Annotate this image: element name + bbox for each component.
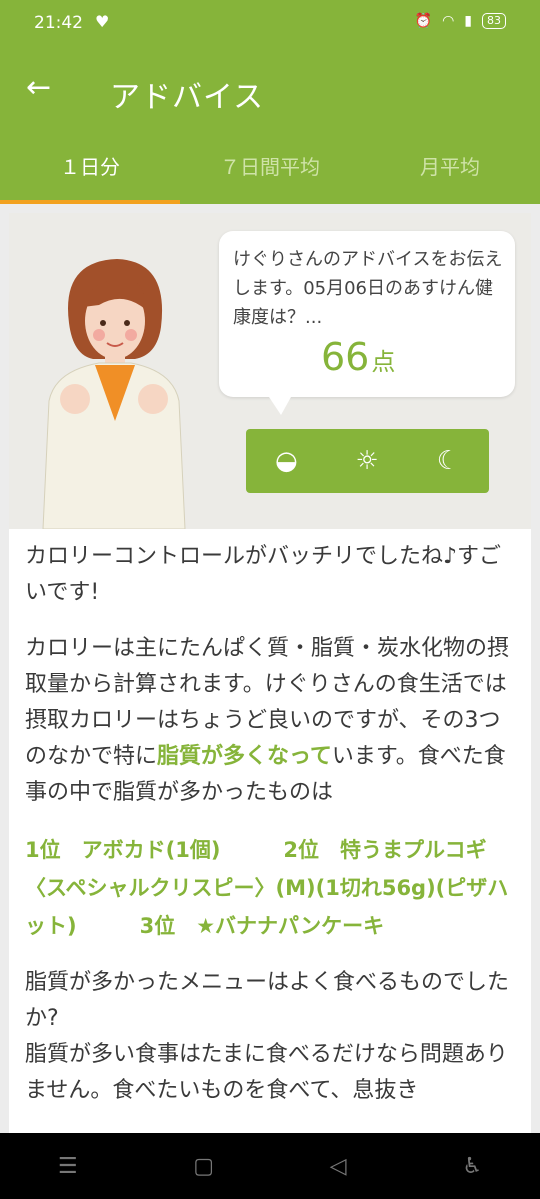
health-score: 66点 xyxy=(321,335,395,379)
moon-icon[interactable]: ☾ xyxy=(437,446,460,476)
battery-icon: 83 xyxy=(482,13,506,29)
accessibility-icon[interactable]: ♿ xyxy=(462,1154,482,1179)
sun-icon[interactable]: ☼ xyxy=(356,446,379,476)
advice-body: カロリーコントロールがバッチリでしたね♪すごいです! カロリーは主にたんぱく質・… xyxy=(25,539,515,1109)
tab-monthly-average[interactable]: 月平均 xyxy=(360,134,540,204)
sunrise-icon[interactable]: ◒ xyxy=(275,446,298,476)
advice-paragraph: 脂質が多かったメニューはよく食べるものでしたか? 脂質が多い食事はたまに食べるだけ… xyxy=(25,965,515,1109)
app-bar: ← アドバイス xyxy=(0,46,540,134)
advice-text: 脂質が多い食事はたまに食べるだけなら問題ありません。食べたいものを食べて、息抜き xyxy=(25,1042,508,1103)
advice-paragraph: カロリーは主にたんぱく質・脂質・炭水化物の摂取量から計算されます。けぐりさんの食… xyxy=(25,631,515,811)
system-navigation-bar: ☰ ▢ ◁ ♿ xyxy=(0,1133,540,1199)
back-icon[interactable]: ◁ xyxy=(330,1154,347,1179)
alarm-icon: ⏰ xyxy=(414,13,433,29)
status-time: 21:42 xyxy=(34,13,83,33)
advice-text: 脂質が多かったメニューはよく食べるものでしたか? xyxy=(25,970,510,1031)
advice-hero: けぐりさんのアドバイスをお伝えします。05月06日のあすけん健康度は？... 6… xyxy=(9,213,531,529)
page-title: アドバイス xyxy=(110,80,265,115)
back-arrow-icon[interactable]: ← xyxy=(26,66,51,110)
wifi-icon: ◠ xyxy=(442,13,455,29)
status-icons: ⏰ ◠ ▮ 83 xyxy=(415,13,506,29)
advisor-avatar xyxy=(42,259,186,529)
signal-icon: ▮ xyxy=(464,13,472,29)
health-score-unit: 点 xyxy=(371,348,396,376)
fat-ranking: 1位 アボカド(1個) 2位 特うまプルコギ〈スペシャルクリスピー〉(M)(1切… xyxy=(25,838,509,938)
status-bar: 21:42 ♥ ⏰ ◠ ▮ 83 xyxy=(0,0,540,46)
recent-apps-icon[interactable]: ☰ xyxy=(58,1154,78,1179)
meal-period-selector: ◒ ☼ ☾ xyxy=(246,429,489,493)
speech-bubble: けぐりさんのアドバイスをお伝えします。05月06日のあすけん健康度は？... 6… xyxy=(219,231,515,415)
health-score-value: 66 xyxy=(321,335,370,379)
heart-icon: ♥ xyxy=(95,12,110,31)
advice-intro-text: けぐりさんのアドバイスをお伝えします。05月06日のあすけん健康度は？... xyxy=(233,249,503,328)
tab-seven-day-average[interactable]: ７日間平均 xyxy=(180,134,360,204)
advice-highlight: 脂質が多くなって xyxy=(157,744,332,769)
tab-bar: １日分 ７日間平均 月平均 xyxy=(0,134,540,204)
advice-card: けぐりさんのアドバイスをお伝えします。05月06日のあすけん健康度は？... 6… xyxy=(9,213,531,1133)
advice-paragraph: カロリーコントロールがバッチリでしたね♪すごいです! xyxy=(25,544,502,605)
home-icon[interactable]: ▢ xyxy=(193,1154,214,1179)
tab-one-day[interactable]: １日分 xyxy=(0,134,180,204)
